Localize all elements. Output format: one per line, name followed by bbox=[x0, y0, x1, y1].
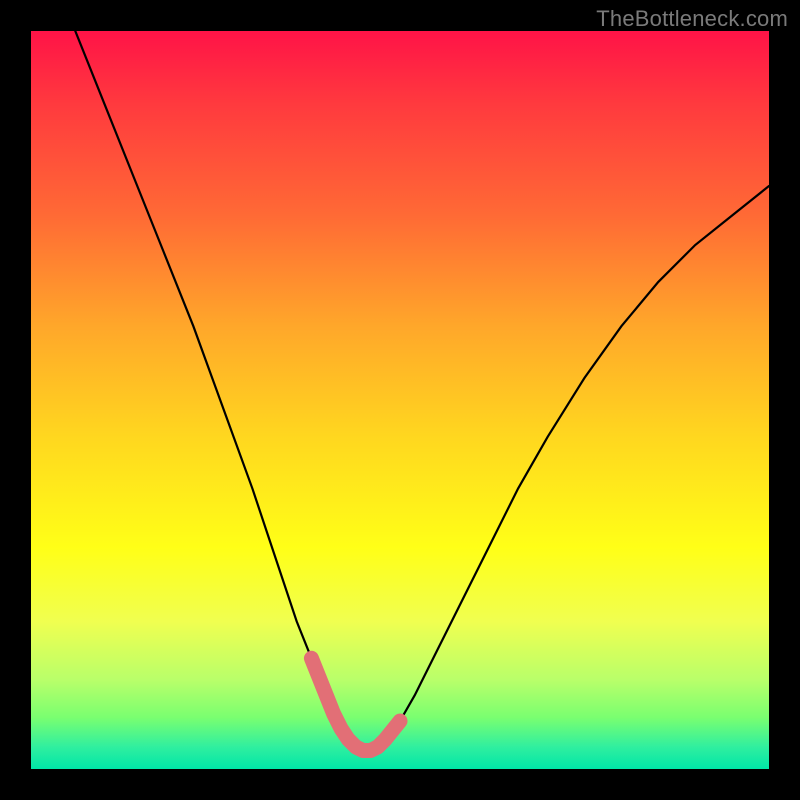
chart-canvas: TheBottleneck.com bbox=[0, 0, 800, 800]
watermark-text: TheBottleneck.com bbox=[596, 6, 788, 32]
chart-svg bbox=[31, 31, 769, 769]
valley-highlight bbox=[311, 658, 400, 750]
plot-area bbox=[31, 31, 769, 769]
bottleneck-curve bbox=[75, 31, 769, 751]
